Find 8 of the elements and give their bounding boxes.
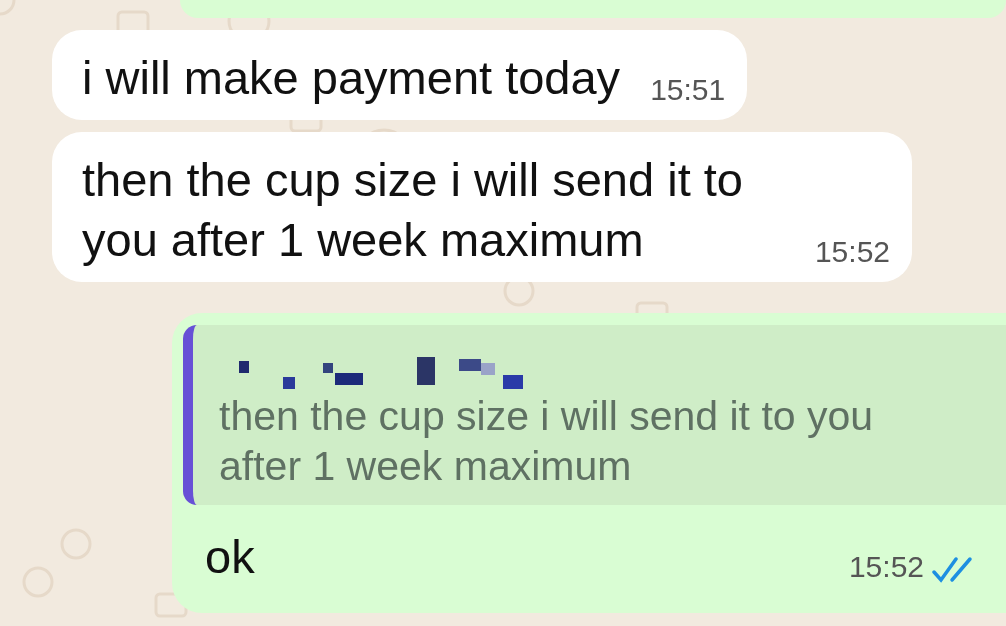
message-time: 15:52 bbox=[814, 234, 890, 270]
message-text: i will make payment today bbox=[82, 50, 621, 106]
message-time: 15:52 bbox=[848, 549, 924, 585]
message-text: then the cup size i will send it to you after 1 week maximum bbox=[82, 152, 744, 268]
quoted-text: then the cup size i will send it to you after 1 week maximum bbox=[219, 392, 875, 491]
message-text: ok bbox=[205, 529, 255, 585]
message-time: 15:51 bbox=[650, 72, 726, 108]
quoted-message[interactable]: then the cup size i will send it to you after 1 week maximum bbox=[183, 325, 1006, 505]
